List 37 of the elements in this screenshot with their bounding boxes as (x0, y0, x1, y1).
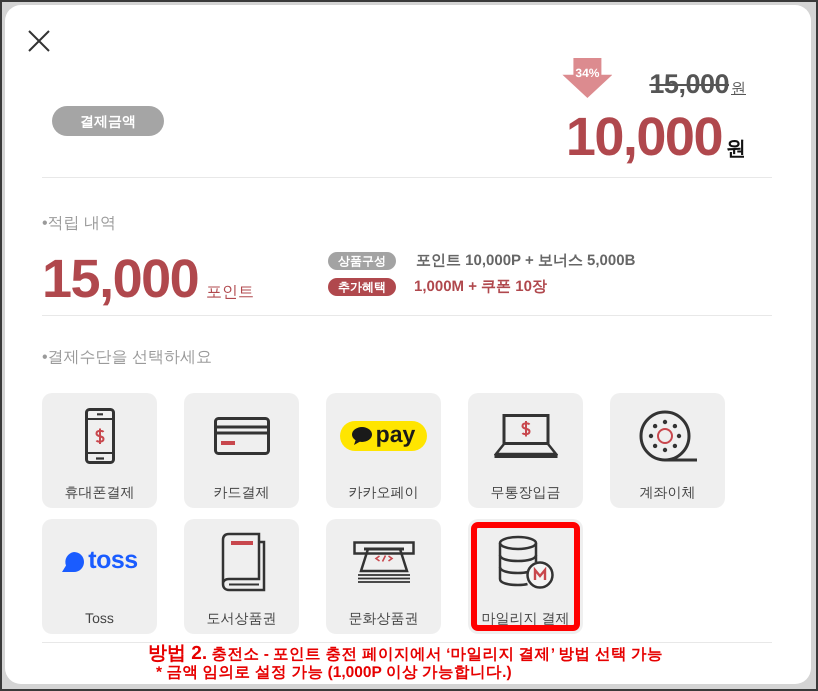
section-heading: •결제수단을 선택하세요 (42, 348, 214, 368)
detail-text: 1,000M + 쿠폰 10장 (414, 277, 547, 296)
points-unit: 포인트 (206, 285, 254, 301)
detail-text: 포인트 10,000P + 보너스 5,000B (416, 251, 636, 270)
section-heading: •적립 내역 (42, 214, 118, 234)
close-button[interactable] (28, 30, 50, 52)
annotation-note: * 금액 임의로 설정 가능 (1,000P 이상 가능합니다.) (156, 664, 513, 682)
points-amount: 15,000 (42, 252, 198, 306)
payment-amount-tag: 결제금액 (52, 106, 164, 136)
detail-tag: 상품구성 (328, 252, 396, 270)
credit-card-icon (214, 417, 270, 455)
discount-arrow-badge: 34% (562, 58, 612, 98)
laptop-icon (494, 414, 558, 458)
logo-text: toss (88, 548, 138, 573)
payment-method-button[interactable]: pay 카카오페이 (326, 393, 441, 508)
original-price: 15,000 (649, 71, 729, 98)
film-reel-icon (638, 410, 696, 462)
database-coin-icon (498, 535, 554, 589)
close-icon (28, 30, 50, 52)
blob-icon (61, 551, 86, 573)
payment-method-button[interactable]: 카드결제 (184, 393, 299, 508)
payment-method-button[interactable]: 무통장입금 (468, 393, 583, 508)
payment-method-button[interactable]: 계좌이체 (610, 393, 725, 508)
sale-price: 10,000 (566, 110, 722, 164)
speech-bubble-icon (352, 427, 372, 445)
logo-text: pay (376, 423, 416, 446)
ticket-machine-icon (352, 541, 414, 583)
payment-method-button[interactable]: toss Toss (42, 519, 157, 634)
original-price-unit: 원 (731, 81, 746, 96)
annotation-text: 방법 2. 충전소 - 포인트 충전 페이지에서 ‘마일리지 결제’ 방법 선택 가능 (148, 644, 664, 664)
payment-method-button[interactable]: 도서상품권 (184, 519, 299, 634)
payment-method-button[interactable]: 문화상품권 (326, 519, 441, 634)
detail-tag: 추가혜택 (328, 278, 396, 296)
payment-method-button[interactable]: 마일리지 결제 (468, 519, 583, 634)
smartphone-icon (84, 408, 114, 464)
sale-price-unit: 원 (726, 139, 746, 159)
payment-method-button[interactable]: 휴대폰결제 (42, 393, 157, 508)
